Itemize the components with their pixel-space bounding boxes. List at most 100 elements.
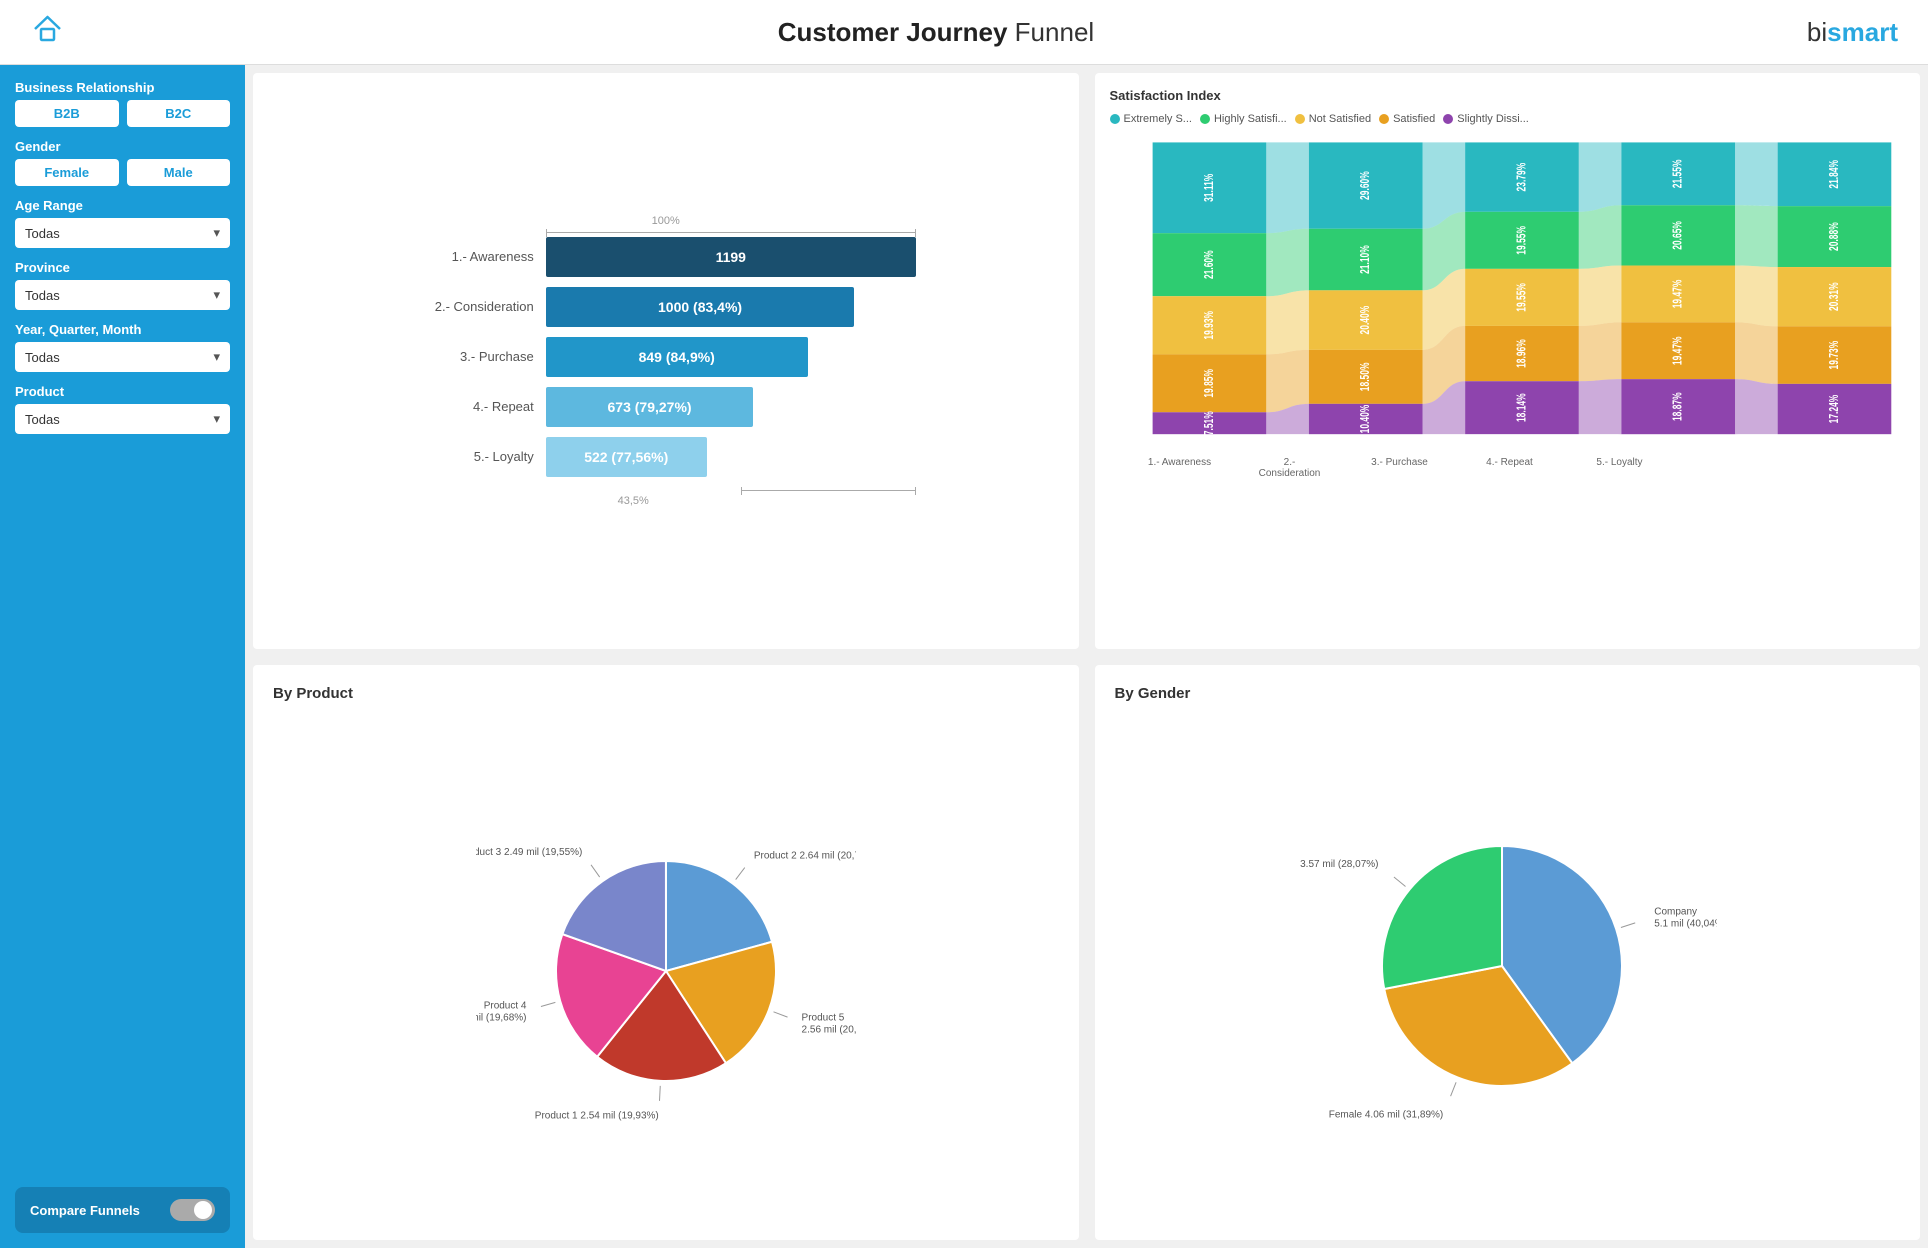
sidebar-label-product: Product	[15, 384, 230, 399]
svg-text:19.85%: 19.85%	[1202, 369, 1216, 398]
funnel-bar-label-3: 4.- Repeat	[416, 399, 546, 414]
legend-item-1: Highly Satisfi...	[1200, 113, 1287, 125]
svg-text:21.10%: 21.10%	[1358, 245, 1372, 274]
pie-label-line-4	[591, 865, 600, 877]
sidebar-section-province: Province Todas ▾	[15, 260, 230, 310]
funnel-bar-label-0: 1.- Awareness	[416, 249, 546, 264]
by-gender-chart: Company5.1 mil (40,04%)Female 4.06 mil (…	[1115, 712, 1901, 1221]
satisfaction-panel: Satisfaction Index Extremely S... Highly …	[1095, 73, 1921, 649]
svg-text:18.96%: 18.96%	[1514, 339, 1528, 368]
pie-label-text-2: Product 1 2.54 mil (19,93%)	[535, 1110, 659, 1121]
pie-label-line-0	[1621, 923, 1635, 928]
legend-dot-3	[1379, 114, 1389, 124]
sankey-title: Satisfaction Index	[1110, 88, 1221, 103]
funnel-bar-row-0: 1.- Awareness1199	[416, 237, 916, 277]
svg-text:7.51%: 7.51%	[1202, 411, 1216, 435]
sankey-legend-items: Extremely S... Highly Satisfi... Not Satis…	[1110, 113, 1906, 125]
pie-slice-2	[1382, 846, 1502, 989]
compare-funnels-label: Compare Funnels	[30, 1203, 140, 1218]
btn-male[interactable]: Male	[127, 159, 231, 186]
by-gender-panel: By Gender Company5.1 mil (40,04%)Female …	[1095, 665, 1921, 1241]
svg-text:29.60%: 29.60%	[1358, 171, 1372, 200]
sidebar-label-age-range: Age Range	[15, 198, 230, 213]
funnel-bottom-scale: 43,5%	[546, 495, 721, 507]
pie-label-text-4: Product 3 2.49 mil (19,55%)	[476, 847, 582, 858]
brand-logo: bismart	[1807, 17, 1898, 48]
funnel-bar-4: 522 (77,56%)	[546, 437, 707, 477]
btn-b2c[interactable]: B2C	[127, 100, 231, 127]
svg-text:21.60%: 21.60%	[1202, 250, 1216, 279]
header: Customer Journey Funnel bismart	[0, 0, 1928, 65]
home-icon[interactable]	[30, 11, 65, 53]
sidebar: Business Relationship B2B B2C Gender Fem…	[0, 65, 245, 1248]
chevron-down-icon-3: ▾	[213, 349, 220, 365]
sankey-x-label-0: 1.- Awareness	[1140, 457, 1220, 479]
funnel-bar-container-4: 522 (77,56%)	[546, 437, 916, 477]
legend-label-4: Slightly Dissi...	[1457, 113, 1529, 125]
sidebar-section-year-quarter-month: Year, Quarter, Month Todas ▾	[15, 322, 230, 372]
svg-text:19.73%: 19.73%	[1827, 340, 1841, 369]
sidebar-section-age-range: Age Range Todas ▾	[15, 198, 230, 248]
pie-label-line-2	[1394, 877, 1406, 887]
svg-text:18.14%: 18.14%	[1514, 393, 1528, 422]
funnel-bar-container-3: 673 (79,27%)	[546, 387, 916, 427]
sidebar-section-gender: Gender Female Male	[15, 139, 230, 186]
dropdown-age-range[interactable]: Todas ▾	[15, 218, 230, 248]
svg-text:10.40%: 10.40%	[1358, 404, 1372, 433]
pie-label-text-2: Male 3.57 mil (28,07%)	[1297, 859, 1378, 870]
funnel-bar-row-1: 2.- Consideration1000 (83,4%)	[416, 287, 916, 327]
sidebar-section-business-relationship: Business Relationship B2B B2C	[15, 80, 230, 127]
funnel-bar-row-3: 4.- Repeat673 (79,27%)	[416, 387, 916, 427]
funnel-bar-1: 1000 (83,4%)	[546, 287, 855, 327]
funnel-bar-2: 849 (84,9%)	[546, 337, 808, 377]
chevron-down-icon-2: ▾	[213, 287, 220, 303]
svg-text:20.31%: 20.31%	[1827, 282, 1841, 311]
funnel-top-scale: 100%	[416, 215, 916, 227]
compare-funnels-toggle[interactable]	[170, 1199, 215, 1221]
svg-text:20.65%: 20.65%	[1670, 221, 1684, 250]
funnel-bars: 1.- Awareness1199 2.- Consideration1000 (…	[416, 237, 916, 477]
by-gender-title: By Gender	[1115, 685, 1901, 702]
legend-item-4: Slightly Dissi...	[1443, 113, 1529, 125]
pie-label-text-0: Product 2 2.64 mil (20,72%)	[754, 850, 856, 861]
sidebar-label-gender: Gender	[15, 139, 230, 154]
legend-item-2: Not Satisfied	[1295, 113, 1371, 125]
legend-item-0: Extremely S...	[1110, 113, 1192, 125]
svg-text:17.24%: 17.24%	[1827, 394, 1841, 423]
funnel-bar-container-1: 1000 (83,4%)	[546, 287, 916, 327]
dropdown-product[interactable]: Todas ▾	[15, 404, 230, 434]
dropdown-province[interactable]: Todas ▾	[15, 280, 230, 310]
funnel-bar-container-2: 849 (84,9%)	[546, 337, 916, 377]
btn-female[interactable]: Female	[15, 159, 119, 186]
pie-label-line-1	[773, 1012, 787, 1017]
sidebar-label-business-relationship: Business Relationship	[15, 80, 230, 95]
pie-label-text-1: Product 52.56 mil (20,11%)	[801, 1012, 855, 1035]
funnel-bar-0: 1199	[546, 237, 916, 277]
funnel-bar-row-4: 5.- Loyalty522 (77,56%)	[416, 437, 916, 477]
svg-text:21.84%: 21.84%	[1827, 160, 1841, 189]
dropdown-year-quarter-month[interactable]: Todas ▾	[15, 342, 230, 372]
by-product-chart: Product 2 2.64 mil (20,72%) Product 52.56…	[273, 712, 1059, 1221]
funnel-bar-label-1: 2.- Consideration	[416, 299, 546, 314]
page-title: Customer Journey Funnel	[778, 17, 1094, 48]
sankey-legend: Satisfaction Index	[1110, 88, 1906, 103]
main-content: 100% 1.- Awareness11992.- Consideration1…	[245, 65, 1928, 1248]
svg-text:19.55%: 19.55%	[1514, 283, 1528, 312]
svg-text:23.79%: 23.79%	[1514, 162, 1528, 191]
svg-text:18.50%: 18.50%	[1358, 362, 1372, 391]
chevron-down-icon: ▾	[213, 225, 220, 241]
funnel-bar-row-2: 3.- Purchase849 (84,9%)	[416, 337, 916, 377]
svg-text:20.40%: 20.40%	[1358, 305, 1372, 334]
legend-dot-0	[1110, 114, 1120, 124]
pie-label-line-2	[659, 1086, 660, 1101]
pie-label-line-1	[1451, 1082, 1457, 1096]
sankey-chart: 31.11%21.60%19.93%19.85%7.51%29.60%21.10…	[1110, 133, 1906, 453]
funnel-chart-panel: 100% 1.- Awareness11992.- Consideration1…	[253, 73, 1079, 649]
svg-text:21.55%: 21.55%	[1670, 159, 1684, 188]
sankey-x-label-3: 4.- Repeat	[1470, 457, 1550, 479]
btn-b2b[interactable]: B2B	[15, 100, 119, 127]
svg-text:19.55%: 19.55%	[1514, 226, 1528, 255]
by-product-title: By Product	[273, 685, 1059, 702]
svg-text:19.47%: 19.47%	[1670, 279, 1684, 308]
pie-label-text-3: Product 42.51 mil (19,68%)	[476, 1000, 527, 1023]
